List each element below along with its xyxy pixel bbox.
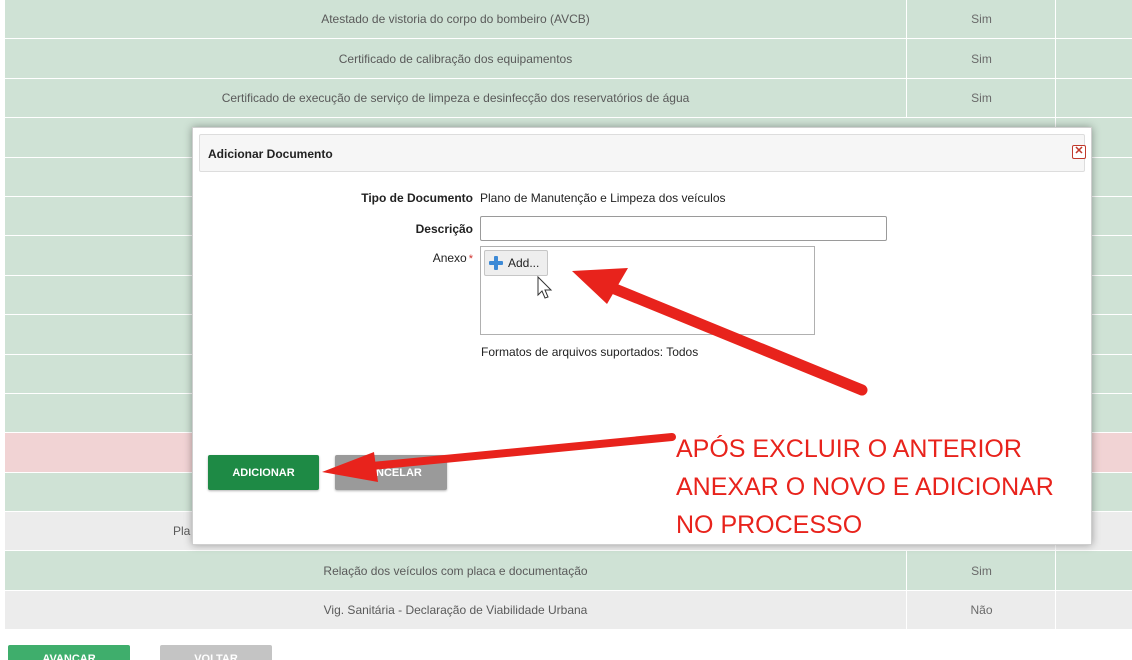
plus-icon	[489, 256, 503, 270]
document-name-cell: Atestado de vistoria do corpo do bombeir…	[5, 0, 907, 39]
attachment-label-text: Anexo	[432, 251, 467, 265]
document-status-cell: Sim	[908, 0, 1056, 39]
annotation-line: APÓS EXCLUIR O ANTERIOR	[676, 435, 1022, 463]
attachment-label: Anexo *	[273, 251, 473, 265]
document-status-cell: Não	[908, 590, 1056, 630]
annotation-line: ANEXAR O NOVO E ADICIONAR	[676, 473, 1054, 501]
document-status-cell: Sim	[908, 39, 1056, 78]
table-row: Vig. Sanitária - Declaração de Viabilida…	[5, 590, 1132, 631]
cancel-button[interactable]: CANCELAR	[335, 455, 447, 490]
description-label: Descrição	[415, 222, 473, 236]
document-name-cell: Relação dos veículos com placa e documen…	[5, 551, 907, 590]
doc-type-label: Tipo de Documento	[361, 191, 473, 205]
add-file-button[interactable]: Add...	[484, 250, 548, 276]
supported-formats-text: Formatos de arquivos suportados: Todos	[481, 345, 699, 359]
attachment-dropzone[interactable]: Add...	[480, 246, 815, 335]
dialog-title: Adicionar Documento	[208, 147, 333, 161]
add-document-button[interactable]: ADICIONAR	[208, 455, 319, 490]
close-icon[interactable]: ✕	[1072, 145, 1086, 159]
table-row: Relação dos veículos com placa e documen…	[5, 551, 1132, 591]
annotation-line: NO PROCESSO	[676, 511, 863, 539]
document-name-cell: Vig. Sanitária - Declaração de Viabilida…	[5, 590, 907, 630]
back-button[interactable]: VOLTAR	[160, 645, 272, 660]
instruction-annotation: APÓS EXCLUIR O ANTERIOR ANEXAR O NOVO E …	[676, 430, 1116, 544]
doc-type-value: Plano de Manutenção e Limpeza dos veícul…	[480, 191, 726, 205]
document-name-cell: Certificado de execução de serviço de li…	[5, 78, 907, 118]
document-status-cell: Sim	[908, 551, 1056, 590]
dialog-header: Adicionar Documento ✕	[199, 134, 1086, 172]
table-row: Certificado de execução de serviço de li…	[5, 78, 1132, 119]
table-row: Atestado de vistoria do corpo do bombeir…	[5, 0, 1132, 40]
required-mark: *	[468, 253, 473, 265]
document-status-cell: Sim	[908, 78, 1056, 118]
description-input[interactable]	[480, 216, 887, 241]
add-file-label: Add...	[508, 256, 540, 270]
advance-button[interactable]: AVANÇAR	[8, 645, 130, 660]
document-name-cell: Certificado de calibração dos equipament…	[5, 39, 907, 78]
table-row: Certificado de calibração dos equipament…	[5, 39, 1132, 79]
screen: Atestado de vistoria do corpo do bombeir…	[0, 0, 1132, 660]
document-name-cell: Pla	[173, 524, 191, 539]
